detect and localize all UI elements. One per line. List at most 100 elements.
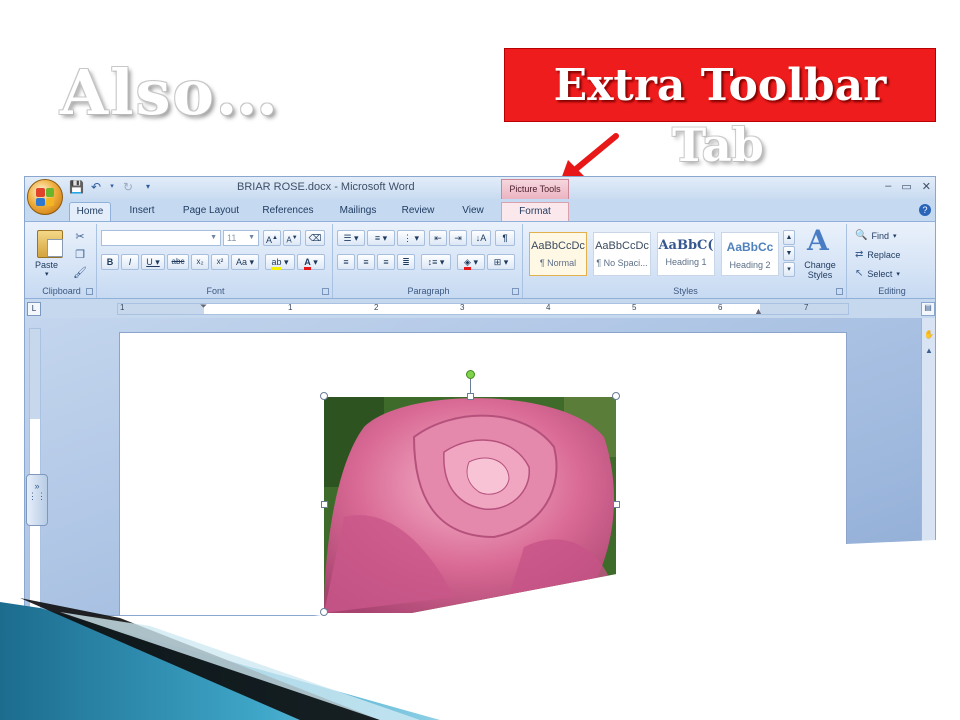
align-left-button[interactable]: ≡ — [337, 254, 355, 270]
style-normal[interactable]: AaBbCcDc ¶ Normal — [529, 232, 587, 276]
find-button[interactable]: 🔍 Find ▾ — [855, 230, 896, 241]
font-size-dropdown-icon: ▼ — [248, 234, 255, 241]
paragraph-launcher[interactable] — [512, 288, 519, 295]
show-marks-button[interactable]: ¶ — [495, 230, 515, 246]
first-line-indent-marker[interactable]: ⏷ — [200, 301, 207, 312]
style-heading-2-name: Heading 2 — [729, 260, 771, 270]
bullets-button[interactable]: ☰ ▾ — [337, 230, 365, 246]
paste-button[interactable]: Paste — [35, 260, 58, 270]
close-button[interactable]: ✕ — [922, 180, 931, 193]
styles-label: Styles — [673, 286, 698, 296]
align-right-button[interactable]: ≡ — [377, 254, 395, 270]
styles-group: AaBbCcDc ¶ Normal AaBbCcDc ¶ No Spaci...… — [525, 224, 847, 298]
ruler-number: 4 — [546, 303, 551, 312]
decrease-indent-button[interactable]: ⇤ — [429, 230, 447, 246]
font-launcher[interactable] — [322, 288, 329, 295]
change-styles-icon[interactable]: A — [807, 224, 829, 257]
select-label: Select — [867, 268, 893, 279]
customize-qat-icon[interactable]: ▾ — [141, 180, 155, 194]
cut-icon[interactable]: ✂ — [73, 230, 87, 243]
tab-insert[interactable]: Insert — [121, 202, 163, 221]
horizontal-ruler[interactable]: 1 1 2 3 4 5 6 7 ⏷ ▲ — [117, 301, 849, 316]
line-spacing-button[interactable]: ↕≡ ▾ — [421, 254, 451, 270]
format-painter-icon[interactable]: 🖌 — [73, 266, 87, 279]
tab-view[interactable]: View — [453, 202, 493, 221]
shading-button[interactable]: ◈ ▾ — [457, 254, 485, 270]
shrink-font-button[interactable]: A▼ — [283, 230, 301, 246]
increase-indent-button[interactable]: ⇥ — [449, 230, 467, 246]
tab-selector-button[interactable]: L — [27, 302, 41, 316]
view-ruler-button[interactable]: ▤ — [921, 302, 935, 316]
tab-format[interactable]: Format — [501, 202, 569, 221]
redo-icon[interactable]: ↻ — [121, 180, 135, 194]
clipboard-launcher[interactable] — [86, 288, 93, 295]
vruler-top-margin — [30, 329, 40, 419]
callout-box: Extra Toolbar — [504, 48, 936, 122]
rose-picture[interactable] — [324, 397, 616, 613]
tab-mailings[interactable]: Mailings — [333, 202, 383, 221]
help-icon[interactable]: ? — [919, 204, 931, 216]
sort-button[interactable]: ↓A — [471, 230, 491, 246]
find-label: Find — [871, 230, 889, 241]
highlight-button[interactable]: ab ▾ — [265, 254, 295, 270]
styles-launcher[interactable] — [836, 288, 843, 295]
replace-button[interactable]: ⇄ Replace — [855, 249, 900, 260]
scroll-up-button[interactable]: ▲ — [923, 346, 935, 358]
right-indent-marker[interactable]: ▲ — [754, 306, 763, 316]
resize-handle-top-right[interactable] — [612, 392, 620, 400]
font-name-combo[interactable]: ▼ — [101, 230, 221, 246]
style-heading-1[interactable]: AaBbC( Heading 1 — [657, 232, 715, 276]
resize-handle-left[interactable] — [321, 501, 328, 508]
tab-page-layout[interactable]: Page Layout — [175, 202, 247, 221]
save-icon[interactable]: 💾 — [69, 180, 84, 194]
tab-references[interactable]: References — [257, 202, 319, 221]
tab-review[interactable]: Review — [397, 202, 439, 221]
maximize-button[interactable]: ▭ — [901, 180, 911, 193]
bold-button[interactable]: B — [101, 254, 119, 270]
vertical-ruler[interactable] — [29, 328, 41, 615]
paste-icon[interactable] — [37, 230, 63, 258]
justify-button[interactable]: ≣ — [397, 254, 415, 270]
italic-button[interactable]: I — [121, 254, 139, 270]
align-center-button[interactable]: ≡ — [357, 254, 375, 270]
grow-font-button[interactable]: A▲ — [263, 230, 281, 246]
rotate-handle[interactable] — [466, 370, 475, 379]
minimize-button[interactable]: – — [885, 180, 891, 193]
superscript-button[interactable]: x² — [211, 254, 229, 270]
style-heading-2[interactable]: AaBbCc Heading 2 — [721, 232, 779, 276]
resize-handle-top-left[interactable] — [320, 392, 328, 400]
style-no-spacing[interactable]: AaBbCcDc ¶ No Spaci... — [593, 232, 651, 276]
styles-more-button[interactable]: ▾ — [783, 262, 795, 277]
resize-handle-right[interactable] — [613, 501, 620, 508]
undo-icon[interactable]: ↶ — [89, 180, 103, 194]
underline-button[interactable]: U ▾ — [141, 254, 165, 270]
office-button[interactable] — [27, 179, 63, 215]
vertical-splitter-handle[interactable]: » ⋮⋮ — [26, 474, 48, 526]
strikethrough-button[interactable]: abc — [167, 254, 189, 270]
borders-button[interactable]: ⊞ ▾ — [487, 254, 515, 270]
font-size-combo[interactable]: 11 ▼ — [223, 230, 259, 246]
undo-dropdown-icon[interactable]: ▾ — [109, 180, 115, 194]
clear-formatting-button[interactable]: ⌫ — [305, 230, 325, 246]
font-color-button[interactable]: A ▾ — [297, 254, 325, 270]
editing-group: 🔍 Find ▾ ⇄ Replace ↖ Select ▾ Editing — [849, 224, 935, 298]
paste-dropdown-icon[interactable]: ▾ — [45, 270, 49, 278]
styles-scroll-up-button[interactable]: ▲ — [783, 230, 795, 245]
document-title: BRIAR ROSE.docx - Microsoft Word — [237, 181, 415, 193]
slide-title: Also… — [60, 56, 280, 129]
numbering-button[interactable]: ≡ ▾ — [367, 230, 395, 246]
styles-scroll-down-button[interactable]: ▼ — [783, 246, 795, 261]
change-styles-button[interactable]: Change Styles — [799, 260, 841, 280]
select-button[interactable]: ↖ Select ▾ — [855, 268, 900, 279]
pan-hand-icon[interactable]: ✋ — [923, 330, 935, 342]
ribbon-tabs: Home Insert Page Layout References Maili… — [25, 199, 935, 221]
subscript-button[interactable]: x₂ — [191, 254, 209, 270]
vertical-scrollbar[interactable]: ✋ ▲ — [921, 318, 935, 615]
multilevel-list-button[interactable]: ⋮ ▾ — [397, 230, 425, 246]
find-icon: 🔍 — [855, 230, 868, 241]
change-case-button[interactable]: Aa ▾ — [231, 254, 259, 270]
ruler-number: 6 — [718, 303, 723, 312]
resize-handle-top[interactable] — [467, 393, 474, 400]
copy-icon[interactable]: ❐ — [73, 248, 87, 261]
tab-home[interactable]: Home — [69, 202, 111, 221]
